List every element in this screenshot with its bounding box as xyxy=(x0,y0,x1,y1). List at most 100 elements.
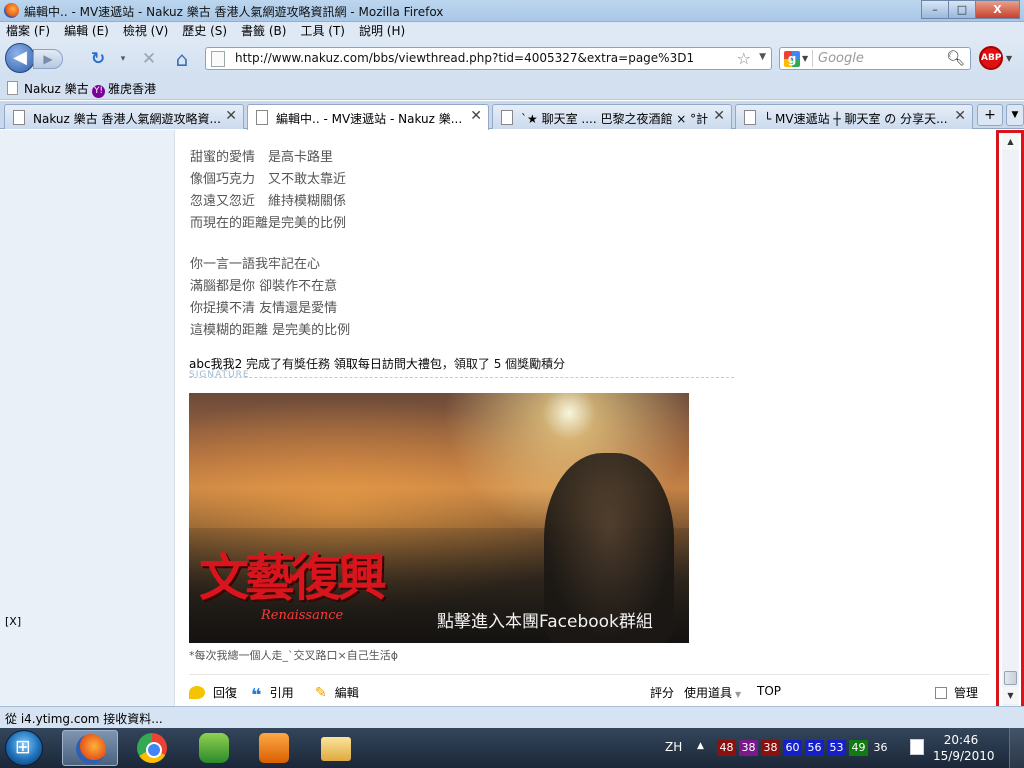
show-desktop-button[interactable] xyxy=(1009,728,1024,768)
edit-label: 編輯 xyxy=(334,686,359,700)
taskbar-firefox[interactable] xyxy=(62,730,118,766)
tray-counter-icon[interactable]: 53 xyxy=(827,740,846,756)
bookmark-star-icon[interactable]: ☆ xyxy=(737,49,751,68)
close-button[interactable]: X xyxy=(975,0,1020,19)
folder-icon xyxy=(321,737,351,761)
tray-counter-icon[interactable]: 49 xyxy=(849,740,868,756)
reply-button[interactable]: 回復 xyxy=(189,684,237,701)
menu-file[interactable]: 檔案 (F) xyxy=(6,22,50,40)
signature-label: SIGNATURE xyxy=(189,370,250,380)
system-clock[interactable]: 20:46 15/9/2010 xyxy=(933,732,995,764)
stop-icon[interactable]: ✕ xyxy=(139,49,159,69)
top-button[interactable]: TOP xyxy=(757,684,781,698)
taskbar-media-player[interactable] xyxy=(246,730,302,766)
search-icon[interactable]: 🔍︎ xyxy=(946,49,965,67)
window-title: 編輯中.. - MV速遞站 - Nakuz 樂古 香港人氣網遊攻略資訊網 - M… xyxy=(24,5,444,19)
search-input[interactable]: Google xyxy=(818,51,864,66)
url-text[interactable]: http://www.nakuz.com/bbs/viewthread.php?… xyxy=(235,51,694,65)
tab-nakuz-home[interactable]: Nakuz 樂古 香港人氣網遊攻略資... ✕ xyxy=(4,104,244,129)
edit-button[interactable]: ✎ 編輯 xyxy=(315,684,359,701)
status-bar: 從 i4.ytimg.com 接收資料... xyxy=(0,706,1024,728)
tray-counter-icon[interactable]: 60 xyxy=(783,740,802,756)
close-tab-icon[interactable]: ✕ xyxy=(713,108,725,124)
menu-help[interactable]: 說明 (H) xyxy=(359,22,405,40)
page-icon xyxy=(744,110,756,125)
tools-button[interactable]: 使用道具 ▼ xyxy=(684,684,741,701)
lyric-line: 忽遠又忽近 維持模糊關係 xyxy=(190,194,347,209)
reload-icon[interactable]: ↻ xyxy=(88,49,108,69)
menu-bar: 檔案 (F) 編輯 (E) 檢視 (V) 歷史 (S) 書籤 (B) 工具 (T… xyxy=(0,22,1024,40)
tab-mv-share[interactable]: └ MV速遞站 ┼ 聊天室 の 分享天... ✕ xyxy=(735,104,973,129)
language-indicator[interactable]: ZH xyxy=(665,740,682,754)
messenger-icon xyxy=(199,733,229,763)
sidebar-close-link[interactable]: [X] xyxy=(5,615,21,628)
rate-button[interactable]: 評分 xyxy=(650,684,674,701)
status-text: 從 i4.ytimg.com 接收資料... xyxy=(5,712,163,726)
menu-edit[interactable]: 編輯 (E) xyxy=(64,22,109,40)
taskbar-messenger[interactable] xyxy=(186,730,242,766)
close-tab-icon[interactable]: ✕ xyxy=(470,108,482,124)
tab-list-button[interactable]: ▼ xyxy=(1006,104,1024,126)
page-icon xyxy=(501,110,513,125)
page-icon xyxy=(13,110,25,125)
taskbar-chrome[interactable] xyxy=(124,730,180,766)
lyric-line: 滿腦都是你 卻裝作不在意 xyxy=(190,279,338,294)
back-button[interactable]: ◀ xyxy=(5,43,35,73)
menu-view[interactable]: 檢視 (V) xyxy=(123,22,168,40)
task-user-link[interactable]: abc我我2 xyxy=(189,357,242,371)
bookmark-nakuz[interactable]: Nakuz 樂古 xyxy=(7,80,89,97)
menu-history[interactable]: 歷史 (S) xyxy=(182,22,227,40)
signature-banner[interactable]: 文藝復興 Renaissance 點擊進入本團Facebook群組 xyxy=(189,393,689,643)
tray-counter-icon[interactable]: 38 xyxy=(739,740,758,756)
url-dropdown-icon[interactable]: ▼ xyxy=(759,52,766,62)
tab-editing[interactable]: 編輯中.. - MV速遞站 - Nakuz 樂... ✕ xyxy=(247,104,489,130)
search-engine-dropdown-icon[interactable]: ▼ xyxy=(802,54,808,63)
quote-icon: ❝ xyxy=(251,685,262,706)
close-tab-icon[interactable]: ✕ xyxy=(954,108,966,124)
lyric-line: 你捉摸不清 友情還是愛情 xyxy=(190,301,338,316)
adblock-dropdown-icon[interactable]: ▼ xyxy=(1006,54,1012,63)
left-sidebar: [X] xyxy=(0,130,175,706)
media-player-icon xyxy=(259,733,289,763)
minimize-button[interactable]: – xyxy=(921,0,948,19)
tray-counter-icon[interactable]: 36 xyxy=(871,740,890,756)
reload-dropdown-icon[interactable]: ▾ xyxy=(113,49,133,69)
action-center-flag-icon[interactable] xyxy=(910,739,924,755)
vertical-scrollbar[interactable]: ▲ ▼ xyxy=(996,130,1024,711)
search-bar[interactable]: g ▼ Google 🔍︎ xyxy=(779,47,971,70)
clock-time: 20:46 xyxy=(943,733,979,747)
lyric-line: 你一言一語我牢記在心 xyxy=(190,257,321,272)
forward-button[interactable]: ▶ xyxy=(33,49,63,69)
quote-label: 引用 xyxy=(269,686,294,700)
start-button[interactable] xyxy=(5,730,43,766)
clock-date: 15/9/2010 xyxy=(933,749,995,763)
menu-tools[interactable]: 工具 (T) xyxy=(300,22,345,40)
task-name-link[interactable]: 領取每日訪問大禮包 xyxy=(334,357,442,371)
manage-checkbox[interactable]: 管理 xyxy=(935,684,978,701)
adblock-icon[interactable]: ABP xyxy=(979,46,1003,70)
taskbar-explorer[interactable] xyxy=(308,730,364,766)
tray-counter-icon[interactable]: 38 xyxy=(761,740,780,756)
firefox-icon xyxy=(4,3,19,18)
google-icon[interactable]: g xyxy=(784,51,800,67)
new-tab-button[interactable]: + xyxy=(977,104,1003,126)
bookmark-label: Nakuz 樂古 xyxy=(24,82,89,96)
quote-button[interactable]: ❝ 引用 xyxy=(251,684,294,706)
banner-subtitle: Renaissance xyxy=(261,608,344,623)
home-icon[interactable]: ⌂ xyxy=(172,49,192,69)
tray-counter-icon[interactable]: 48 xyxy=(717,740,736,756)
lyrics-stanza-2: 你一言一語我牢記在心 滿腦都是你 卻裝作不在意 你捉摸不清 友情還是愛情 這模糊… xyxy=(190,254,350,342)
menu-bookmarks[interactable]: 書籤 (B) xyxy=(241,22,286,40)
bookmark-yahoo[interactable]: Y! 雅虎香港 xyxy=(92,80,156,98)
signature-divider xyxy=(189,377,734,378)
tray-counter-icon[interactable]: 56 xyxy=(805,740,824,756)
close-tab-icon[interactable]: ✕ xyxy=(225,108,237,124)
address-bar[interactable]: http://www.nakuz.com/bbs/viewthread.php?… xyxy=(205,47,772,70)
show-hidden-icons-icon[interactable]: ▲ xyxy=(697,741,704,751)
tab-chatroom[interactable]: `★ 聊天室 .... 巴黎之夜酒館 × °計... ✕ xyxy=(492,104,732,129)
task-text: 完成了有獎任務 xyxy=(242,357,334,371)
checkbox-icon[interactable] xyxy=(935,687,947,699)
search-separator xyxy=(812,50,813,67)
maximize-button[interactable]: □ xyxy=(948,0,975,19)
tab-label: Nakuz 樂古 香港人氣網遊攻略資... xyxy=(33,112,221,126)
